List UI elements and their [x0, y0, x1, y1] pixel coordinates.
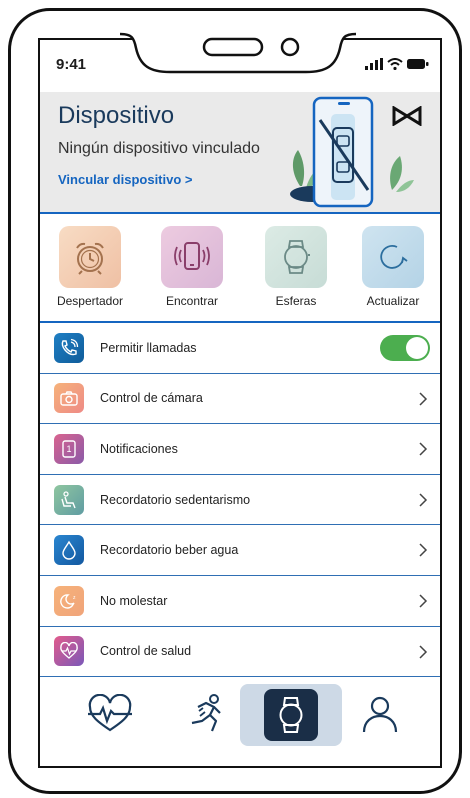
no-device-text: Ningún dispositivo vinculado: [58, 140, 260, 157]
heart-icon-tile: [54, 636, 84, 667]
moon-icon: z: [60, 594, 76, 609]
bottom-nav: [40, 680, 440, 766]
settings-list: Permitir llamadas Control de cámara 1 No…: [40, 323, 440, 678]
alarm-clock-icon: [76, 242, 104, 275]
row-health-control[interactable]: Control de salud: [40, 627, 440, 678]
row-label-dnd: No molestar: [100, 593, 168, 608]
nav-activity[interactable]: [166, 684, 246, 744]
row-label-allow-calls: Permitir llamadas: [100, 340, 197, 355]
allow-calls-toggle[interactable]: [380, 334, 430, 361]
svg-text:1: 1: [66, 444, 71, 454]
row-notifications[interactable]: 1 Notificaciones: [40, 424, 440, 475]
battery-icon: [407, 59, 429, 69]
link-device-link[interactable]: Vincular dispositivo >: [58, 172, 193, 187]
toggle-knob: [406, 336, 428, 359]
signal-icon: [365, 58, 383, 70]
brand-logo: [392, 106, 422, 126]
camera-icon: [60, 391, 78, 407]
chevron-right-icon: [419, 543, 428, 557]
watch-icon: [284, 240, 310, 274]
shortcut-label-update: Actualizar: [366, 294, 420, 308]
status-icons: [365, 58, 429, 70]
chevron-right-icon: [419, 442, 428, 456]
row-label-camera: Control de cámara: [100, 391, 203, 406]
camera-icon-tile: [54, 383, 84, 414]
watch-icon: [279, 697, 303, 733]
chevron-right-icon: [419, 645, 428, 659]
water-drop-icon: [62, 540, 76, 560]
shortcut-find[interactable]: Encontrar: [147, 226, 237, 308]
row-water-reminder[interactable]: Recordatorio beber agua: [40, 525, 440, 576]
watchfaces-tile: [265, 226, 327, 288]
chevron-right-icon: [419, 493, 428, 507]
nav-profile[interactable]: [340, 684, 420, 744]
status-time: 9:41: [56, 56, 87, 73]
shortcut-bar: Despertador Encontrar Esferas Actualizar: [40, 216, 440, 320]
find-tile: [161, 226, 223, 288]
update-tile: [362, 226, 424, 288]
phone-call-icon-tile: [54, 332, 84, 363]
header-divider: [40, 212, 440, 214]
nav-device[interactable]: [240, 684, 342, 746]
chevron-right-icon: [419, 594, 428, 608]
seat-icon-tile: [54, 484, 84, 515]
running-icon: [191, 694, 221, 732]
nav-health[interactable]: [70, 684, 150, 744]
row-label-water: Recordatorio beber agua: [100, 543, 239, 558]
refresh-icon: [380, 245, 408, 269]
row-label-sedentary: Recordatorio sedentarismo: [100, 492, 251, 507]
phone-vibrate-icon: [174, 242, 210, 270]
svg-text:z: z: [73, 595, 76, 601]
heart-rate-icon: [88, 694, 132, 732]
page-title: Dispositivo: [58, 102, 175, 129]
row-do-not-disturb[interactable]: z No molestar: [40, 576, 440, 627]
moon-icon-tile: z: [54, 585, 84, 616]
shortcut-watchfaces[interactable]: Esferas: [251, 226, 341, 308]
phone-call-icon: [61, 338, 79, 355]
shortcut-label-watchfaces: Esferas: [275, 294, 317, 308]
shortcut-alarm[interactable]: Despertador: [45, 226, 135, 308]
seat-icon: [61, 490, 76, 508]
chevron-right-icon: [419, 392, 428, 406]
user-icon: [362, 696, 398, 733]
water-drop-icon-tile: [54, 535, 84, 566]
row-sedentary-reminder[interactable]: Recordatorio sedentarismo: [40, 475, 440, 526]
heart-icon: [60, 642, 78, 660]
phone-notch: [120, 32, 356, 74]
notification-icon: 1: [62, 440, 76, 458]
alarm-tile: [59, 226, 121, 288]
nav-device-tile: [264, 689, 318, 741]
row-label-notifications: Notificaciones: [100, 441, 178, 456]
wifi-icon: [387, 58, 403, 70]
shortcut-update[interactable]: Actualizar: [348, 226, 438, 308]
shortcut-label-alarm: Despertador: [56, 294, 124, 308]
device-header: Dispositivo Ningún dispositivo vinculado…: [40, 92, 440, 212]
row-allow-calls: Permitir llamadas: [40, 323, 440, 374]
shortcut-label-find: Encontrar: [165, 294, 219, 308]
row-label-health: Control de salud: [100, 644, 192, 659]
row-camera-control[interactable]: Control de cámara: [40, 374, 440, 425]
notification-icon-tile: 1: [54, 433, 84, 464]
